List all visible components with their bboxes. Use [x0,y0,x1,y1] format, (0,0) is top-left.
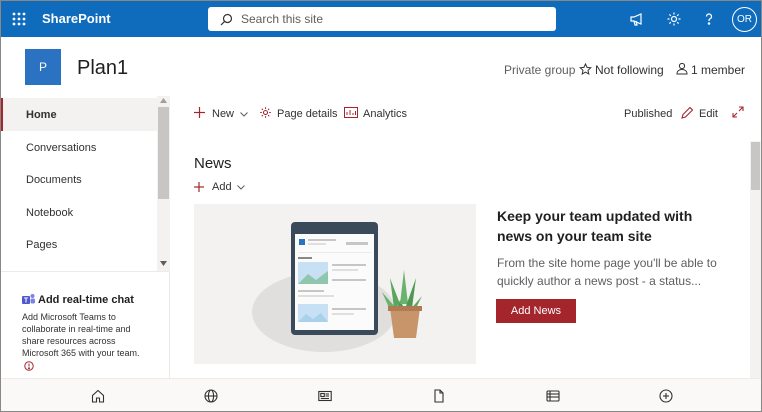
star-icon[interactable] [579,63,592,76]
nav-item-pages[interactable]: Pages [1,228,157,261]
bottom-app-bar [1,378,761,411]
analytics-button[interactable]: Analytics [363,107,407,121]
news-icon[interactable] [318,389,332,403]
svg-text:T: T [24,298,29,305]
site-title[interactable]: Plan1 [77,57,128,80]
avatar[interactable]: OR [732,7,757,32]
new-label: New [212,108,235,120]
search-placeholder: Search this site [241,12,324,26]
person-icon [676,62,688,75]
plus-icon[interactable] [194,107,205,118]
nav-item-conversations[interactable]: Conversations [1,131,157,164]
page-details-button[interactable]: Page details [277,107,338,121]
edit-pencil-icon[interactable] [681,107,693,119]
chat-title[interactable]: Add real-time chat [38,294,134,306]
teams-icon: T [22,293,35,306]
add-news-button[interactable]: Add News [496,299,576,323]
list-icon[interactable] [546,389,560,403]
status-label: Published [624,108,673,120]
app-launcher-icon[interactable] [7,7,31,31]
nav-item-home[interactable]: Home [1,98,157,131]
expand-icon[interactable] [732,106,744,118]
news-hero-description: From the site home page you'll be able t… [497,256,717,288]
chat-description: Add Microsoft Teams to collaborate in re… [22,312,140,358]
edit-button[interactable]: Edit [699,107,718,121]
news-heading: News [194,155,232,172]
privacy-label: Private group [504,63,576,77]
search-input[interactable]: Search this site [208,7,556,31]
nav-scrollbar-thumb[interactable] [158,107,169,199]
home-icon[interactable] [91,389,105,403]
search-icon [220,13,233,26]
nav-item-documents[interactable]: Documents [1,163,157,196]
main-scrollbar-thumb[interactable] [751,142,760,190]
settings-gear-icon[interactable] [259,106,272,119]
help-icon[interactable] [699,9,719,29]
site-logo[interactable]: P [25,49,61,85]
nav-item-notebook[interactable]: Notebook [1,196,157,229]
news-illustration [194,204,476,364]
nav-divider [1,271,170,272]
megaphone-icon[interactable] [627,9,647,29]
gear-icon[interactable] [664,9,684,29]
plus-icon [194,182,204,192]
add-news-menu[interactable]: Add [194,181,245,193]
app-brand[interactable]: SharePoint [42,11,111,26]
document-icon[interactable] [432,389,446,403]
add-circle-icon[interactable] [659,389,673,403]
news-hero-title: Keep your team updated with news on your… [497,208,693,244]
scroll-down-icon[interactable] [160,261,167,266]
add-label: Add [212,181,232,193]
globe-icon[interactable] [204,389,218,403]
chevron-down-icon [240,111,248,117]
members-button[interactable]: 1 member [691,63,745,77]
info-icon[interactable] [24,361,34,371]
follow-button[interactable]: Not following [595,63,664,77]
chevron-down-icon [236,184,245,190]
analytics-icon[interactable] [344,107,358,118]
new-button[interactable]: New [212,107,248,121]
scroll-up-icon[interactable] [160,98,167,103]
